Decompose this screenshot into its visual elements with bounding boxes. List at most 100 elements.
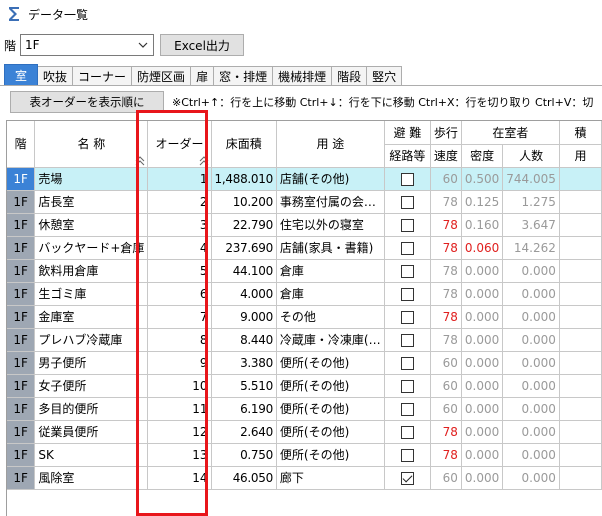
- header-area[interactable]: 床面積: [211, 121, 277, 168]
- header-order[interactable]: オーダー: [147, 121, 212, 168]
- excel-export-button[interactable]: Excel出力: [160, 34, 245, 56]
- cell-name[interactable]: SK: [34, 443, 149, 467]
- cell-density[interactable]: 0.000: [461, 397, 504, 421]
- table-row[interactable]: 1F 多目的便所 11 6.190 便所(その他) 60 0.000 0.000: [7, 397, 602, 421]
- cell-people[interactable]: 0.000: [502, 397, 560, 421]
- tab-window-smoke-exhaust[interactable]: 窓・排煙: [214, 66, 274, 86]
- cell-extra[interactable]: [559, 259, 602, 283]
- cell-name[interactable]: 金庫室: [34, 305, 149, 329]
- cell-area[interactable]: 6.190: [211, 397, 277, 421]
- cell-area[interactable]: 5.510: [211, 374, 277, 398]
- cell-walk-speed[interactable]: 60: [430, 167, 462, 191]
- tab-corner[interactable]: コーナー: [73, 66, 133, 86]
- cell-density[interactable]: 0.000: [461, 282, 504, 306]
- table-row[interactable]: 1F 男子便所 9 3.380 便所(その他) 60 0.000 0.000: [7, 351, 602, 375]
- cell-area[interactable]: 22.790: [211, 213, 277, 237]
- table-row[interactable]: 1F 飲料用倉庫 5 44.100 倉庫 78 0.000 0.000: [7, 259, 602, 283]
- cell-use[interactable]: 便所(その他): [276, 443, 385, 467]
- cell-walk-speed[interactable]: 78: [430, 190, 462, 214]
- cell-extra[interactable]: [559, 374, 602, 398]
- cell-people[interactable]: 0.000: [502, 443, 560, 467]
- cell-name[interactable]: 男子便所: [34, 351, 149, 375]
- cell-extra[interactable]: [559, 190, 602, 214]
- cell-floor[interactable]: 1F: [7, 259, 36, 283]
- cell-evac[interactable]: [384, 351, 431, 375]
- header-occupants[interactable]: 在室者: [461, 121, 560, 145]
- header-name[interactable]: 名 称: [34, 121, 149, 168]
- header-density[interactable]: 密度: [461, 144, 504, 168]
- cell-density[interactable]: 0.000: [461, 374, 504, 398]
- cell-evac[interactable]: [384, 236, 431, 260]
- cell-extra[interactable]: [559, 167, 602, 191]
- cell-order[interactable]: 9: [147, 351, 212, 375]
- cell-use[interactable]: 冷蔵庫・冷凍庫(…: [276, 328, 385, 352]
- cell-area[interactable]: 237.690: [211, 236, 277, 260]
- cell-evac[interactable]: [384, 466, 431, 490]
- tab-stairs[interactable]: 階段: [332, 66, 368, 86]
- cell-order[interactable]: 4: [147, 236, 212, 260]
- cell-order[interactable]: 1: [147, 167, 212, 191]
- cell-floor[interactable]: 1F: [7, 374, 36, 398]
- cell-evac[interactable]: [384, 443, 431, 467]
- cell-use[interactable]: 廊下: [276, 466, 385, 490]
- cell-order[interactable]: 14: [147, 466, 212, 490]
- header-floor[interactable]: 階: [7, 121, 36, 168]
- cell-walk-speed[interactable]: 60: [430, 351, 462, 375]
- apply-order-button[interactable]: 表オーダーを表示順に: [10, 91, 164, 113]
- cell-extra[interactable]: [559, 351, 602, 375]
- cell-name[interactable]: 風除室: [34, 466, 149, 490]
- cell-extra[interactable]: [559, 443, 602, 467]
- table-row[interactable]: 1F SK 13 0.750 便所(その他) 78 0.000 0.000: [7, 443, 602, 467]
- table-row[interactable]: 1F バックヤード+倉庫 4 237.690 店舗(家具・書籍) 78 0.060 14.26…: [7, 236, 602, 260]
- cell-density[interactable]: 0.000: [461, 420, 504, 444]
- cell-density[interactable]: 0.000: [461, 466, 504, 490]
- evac-route-checkbox[interactable]: [400, 241, 414, 255]
- cell-walk-speed[interactable]: 60: [430, 466, 462, 490]
- cell-evac[interactable]: [384, 420, 431, 444]
- cell-walk-speed[interactable]: 78: [430, 282, 462, 306]
- cell-order[interactable]: 10: [147, 374, 212, 398]
- evac-route-checkbox[interactable]: [400, 287, 414, 301]
- cell-people[interactable]: 0.000: [502, 466, 560, 490]
- cell-density[interactable]: 0.160: [461, 213, 504, 237]
- cell-order[interactable]: 5: [147, 259, 212, 283]
- cell-floor[interactable]: 1F: [7, 190, 36, 214]
- cell-use[interactable]: 店舗(家具・書籍): [276, 236, 385, 260]
- tab-door[interactable]: 扉: [191, 66, 215, 86]
- cell-density[interactable]: 0.000: [461, 305, 504, 329]
- table-row[interactable]: 1F 生ゴミ庫 6 4.000 倉庫 78 0.000 0.000: [7, 282, 602, 306]
- cell-use[interactable]: その他: [276, 305, 385, 329]
- cell-evac[interactable]: [384, 167, 431, 191]
- cell-area[interactable]: 1,488.010: [211, 167, 277, 191]
- cell-area[interactable]: 10.200: [211, 190, 277, 214]
- cell-area[interactable]: 8.440: [211, 328, 277, 352]
- header-extra-bottom[interactable]: 用: [559, 144, 602, 168]
- table-row[interactable]: 1F 休憩室 3 22.790 住宅以外の寝室 78 0.160 3.647: [7, 213, 602, 237]
- cell-floor[interactable]: 1F: [7, 305, 36, 329]
- cell-walk-speed[interactable]: 78: [430, 443, 462, 467]
- cell-use[interactable]: 便所(その他): [276, 420, 385, 444]
- cell-extra[interactable]: [559, 466, 602, 490]
- cell-floor[interactable]: 1F: [7, 167, 36, 191]
- cell-use[interactable]: 便所(その他): [276, 397, 385, 421]
- cell-walk-speed[interactable]: 78: [430, 213, 462, 237]
- cell-evac[interactable]: [384, 190, 431, 214]
- cell-evac[interactable]: [384, 305, 431, 329]
- cell-evac[interactable]: [384, 328, 431, 352]
- cell-extra[interactable]: [559, 282, 602, 306]
- cell-extra[interactable]: [559, 420, 602, 444]
- cell-floor[interactable]: 1F: [7, 397, 36, 421]
- evac-route-checkbox[interactable]: [400, 379, 414, 393]
- cell-area[interactable]: 44.100: [211, 259, 277, 283]
- cell-people[interactable]: 0.000: [502, 282, 560, 306]
- cell-name[interactable]: 店長室: [34, 190, 149, 214]
- cell-walk-speed[interactable]: 78: [430, 328, 462, 352]
- cell-name[interactable]: プレハブ冷蔵庫: [34, 328, 149, 352]
- cell-use[interactable]: 倉庫: [276, 259, 385, 283]
- cell-area[interactable]: 9.000: [211, 305, 277, 329]
- cell-use[interactable]: 店舗(その他): [276, 167, 385, 191]
- evac-route-checkbox[interactable]: [400, 195, 414, 209]
- header-use[interactable]: 用 途: [276, 121, 385, 168]
- evac-route-checkbox[interactable]: [400, 471, 414, 485]
- cell-use[interactable]: 便所(その他): [276, 351, 385, 375]
